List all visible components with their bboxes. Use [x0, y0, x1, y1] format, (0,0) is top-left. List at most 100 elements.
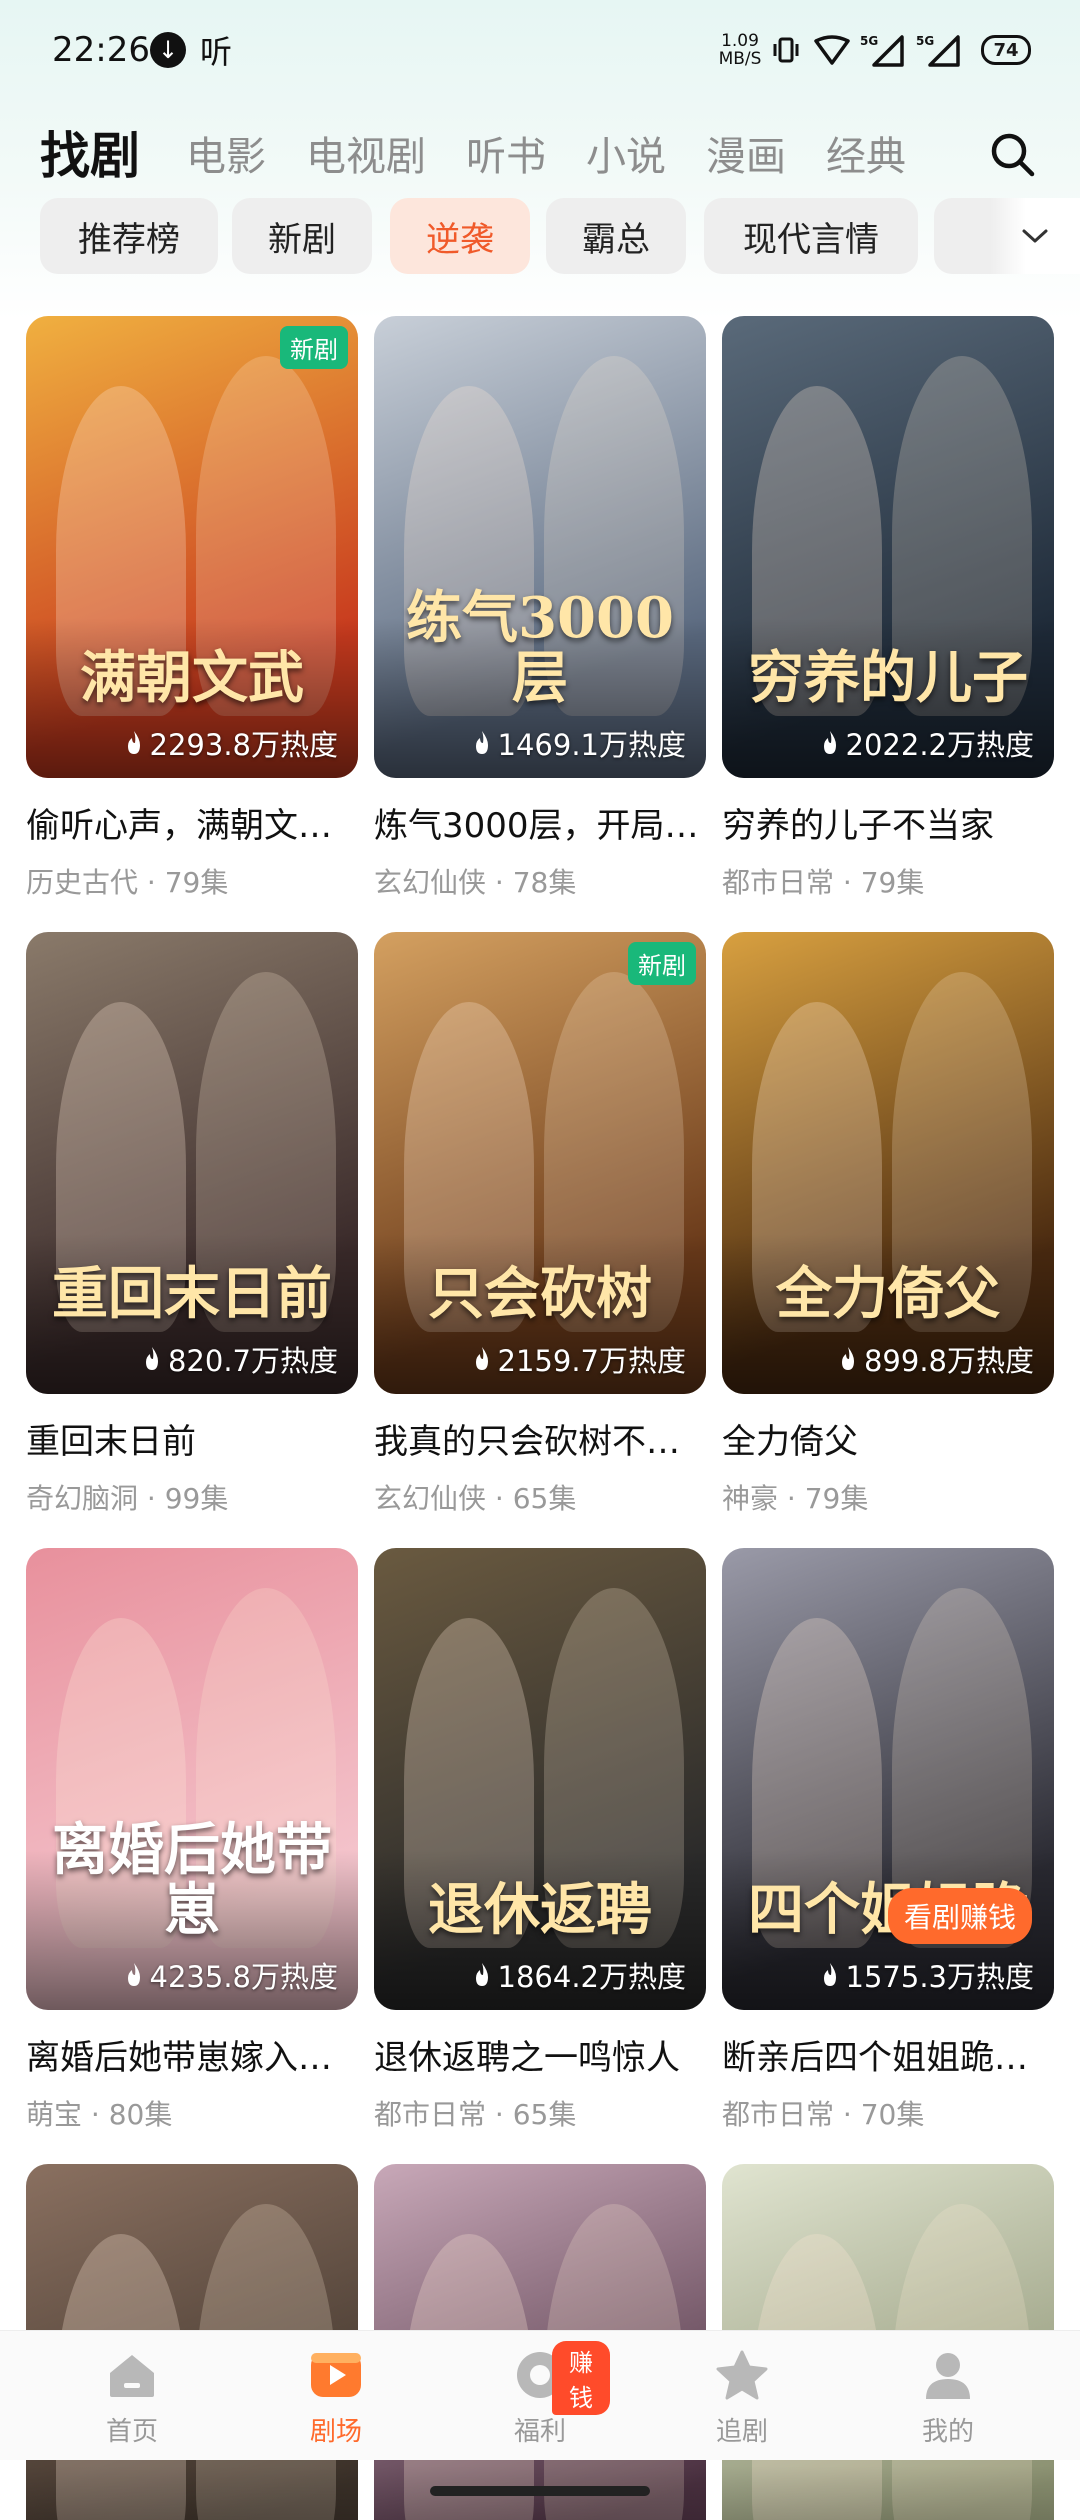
poster-title-art: 全力倚父: [776, 1261, 1000, 1327]
signal-icon: 5G: [860, 32, 904, 68]
heat-text: 820.7万热度: [167, 1344, 338, 1378]
nav-profile[interactable]: 我的: [878, 2349, 1018, 2448]
heat-text: 1864.2万热度: [497, 1960, 686, 1994]
drama-meta: 都市日常 · 70集: [722, 2093, 1054, 2133]
drama-card[interactable]: 穷养的儿子 2022.2万热度穷养的儿子不当家都市日常 · 79集: [722, 316, 1054, 901]
tab-classic[interactable]: 经典: [826, 124, 906, 182]
drama-poster[interactable]: 穷养的儿子 2022.2万热度: [722, 316, 1054, 778]
drama-poster[interactable]: 满朝文武 新剧 2293.8万热度: [26, 316, 358, 778]
chip-comeback[interactable]: 逆袭: [390, 198, 530, 274]
new-drama-badge: 新剧: [628, 942, 696, 985]
vibrate-icon: [770, 32, 802, 68]
drama-poster[interactable]: 练气3000层 1469.1万热度: [374, 316, 706, 778]
drama-episodes: 65集: [512, 1482, 577, 1515]
flame-icon: [475, 731, 488, 754]
drama-meta: 玄幻仙侠 · 78集: [374, 861, 706, 901]
heat-count: 899.8万热度: [838, 1338, 1034, 1380]
drama-episodes: 79集: [164, 866, 229, 899]
flame-icon: [475, 1347, 488, 1370]
tab-audiobook[interactable]: 听书: [466, 124, 546, 182]
nav-welfare-label: 福利: [513, 2417, 566, 2447]
drama-card[interactable]: 重回末日前 820.7万热度 重回末日前 奇幻脑洞 · 99集: [26, 932, 358, 1517]
wifi-icon: [812, 32, 852, 68]
status-time: 22:26: [52, 30, 150, 70]
drama-title[interactable]: 全力倚父: [722, 1414, 1054, 1463]
drama-category: 玄幻仙侠: [374, 866, 487, 899]
heat-text: 1469.1万热度: [497, 728, 686, 762]
signal-icon-2: 5G: [916, 32, 960, 68]
drama-category: 都市日常: [722, 866, 835, 899]
theater-icon: [311, 2353, 361, 2397]
user-icon: [926, 2353, 970, 2399]
net-speed-value: 1.09: [721, 31, 759, 51]
home-icon: [110, 2355, 154, 2397]
drama-title[interactable]: 穷养的儿子不当家: [722, 798, 1054, 847]
star-icon: [716, 2350, 768, 2400]
drama-category: 历史古代: [26, 866, 139, 899]
expand-chips-button[interactable]: [990, 198, 1080, 274]
bottom-nav: 首页 剧场 赚钱 福利 追剧 我的: [0, 2330, 1080, 2460]
drama-title[interactable]: 偷听心声，满朝文…: [26, 798, 358, 847]
nav-follow[interactable]: 追剧: [672, 2349, 812, 2448]
drama-meta: 历史古代 · 79集: [26, 861, 358, 901]
drama-title[interactable]: 退休返聘之一鸣惊人: [374, 2030, 706, 2079]
drama-card[interactable]: 离婚后她带崽 4235.8万热度 离婚后她带崽嫁入… 萌宝 · 80集: [26, 1548, 358, 2133]
drama-category: 都市日常: [374, 2098, 487, 2131]
drama-card[interactable]: 全力倚父 899.8万热度 全力倚父 神豪 · 79集: [722, 932, 1054, 1517]
drama-card[interactable]: 只会砍树 新剧 2159.7万热度 我真的只会砍树不… 玄幻仙侠 · 65集: [374, 932, 706, 1517]
poster-shade: [26, 2466, 358, 2520]
search-icon: [991, 133, 1035, 177]
nav-theater[interactable]: 剧场: [266, 2349, 406, 2448]
flame-icon: [127, 1963, 140, 1986]
meta-separator: ·: [138, 1482, 165, 1515]
tab-comic[interactable]: 漫画: [706, 124, 786, 182]
chip-modern-romance[interactable]: 现代言情: [704, 198, 918, 274]
heat-count: 2293.8万热度: [124, 722, 338, 764]
drama-title[interactable]: 重回末日前: [26, 1414, 358, 1463]
drama-poster[interactable]: 离婚后她带崽 4235.8万热度: [26, 1548, 358, 2010]
poster-title-art: 练气3000层: [406, 585, 674, 711]
drama-meta: 都市日常 · 79集: [722, 861, 1054, 901]
drama-title[interactable]: 离婚后她带崽嫁入…: [26, 2030, 358, 2079]
meta-separator: ·: [82, 2098, 109, 2131]
chip-ceo[interactable]: 霸总: [546, 198, 686, 274]
flame-icon: [475, 1963, 488, 1986]
drama-title[interactable]: 我真的只会砍树不…: [374, 1414, 706, 1463]
drama-poster[interactable]: 退休返聘 1864.2万热度: [374, 1548, 706, 2010]
drama-meta: 都市日常 · 65集: [374, 2093, 706, 2133]
nav-theater-label: 剧场: [309, 2417, 362, 2447]
flame-icon: [127, 731, 140, 754]
chevron-down-icon: [1022, 229, 1048, 243]
poster-title-art: 只会砍树: [428, 1261, 652, 1327]
nav-welfare[interactable]: 赚钱 福利: [470, 2341, 610, 2448]
drama-card[interactable]: 满朝文武 新剧 2293.8万热度偷听心声，满朝文… 历史古代 · 79集: [26, 316, 358, 901]
heat-count: 1575.3万热度: [820, 1954, 1034, 1996]
chip-new[interactable]: 新剧: [232, 198, 372, 274]
tab-movie[interactable]: 电影: [186, 124, 266, 182]
heat-count: 2022.2万热度: [820, 722, 1034, 764]
drama-poster[interactable]: 只会砍树 新剧 2159.7万热度: [374, 932, 706, 1394]
drama-card[interactable]: 练气3000层 1469.1万热度炼气3000层，开局… 玄幻仙侠 · 78集: [374, 316, 706, 901]
tab-novel[interactable]: 小说: [586, 124, 666, 182]
home-indicator[interactable]: [430, 2486, 650, 2496]
drama-title[interactable]: 断亲后四个姐姐跪…: [722, 2030, 1054, 2079]
drama-episodes: 80集: [108, 2098, 173, 2131]
drama-card[interactable]: 四个姐姐跪看剧赚钱1575.3万热度断亲后四个姐姐跪…都市日常 · 70集: [722, 1548, 1054, 2133]
drama-card[interactable]: 退休返聘 1864.2万热度退休返聘之一鸣惊人都市日常 · 65集: [374, 1548, 706, 2133]
tab-tv-series[interactable]: 电视剧: [306, 124, 426, 182]
drama-title[interactable]: 炼气3000层，开局…: [374, 798, 706, 847]
drama-poster[interactable]: 重回末日前 820.7万热度: [26, 932, 358, 1394]
drama-poster[interactable]: 四个姐姐跪看剧赚钱1575.3万热度: [722, 1548, 1054, 2010]
chip-ranking[interactable]: 推荐榜: [40, 198, 218, 274]
tab-find-drama[interactable]: 找剧: [40, 116, 142, 188]
drama-episodes: 99集: [164, 1482, 229, 1515]
poster-title-art: 退休返聘: [428, 1877, 652, 1943]
nav-home[interactable]: 首页: [62, 2349, 202, 2448]
heat-count: 820.7万热度: [142, 1338, 338, 1380]
flame-icon: [823, 731, 836, 754]
drama-poster[interactable]: 全力倚父 899.8万热度: [722, 932, 1054, 1394]
net-speed: 1.09 MB/S: [716, 32, 764, 68]
search-button[interactable]: [986, 128, 1040, 182]
svg-text:5G: 5G: [860, 34, 878, 48]
watch-earn-badge[interactable]: 看剧赚钱: [887, 1888, 1032, 1944]
